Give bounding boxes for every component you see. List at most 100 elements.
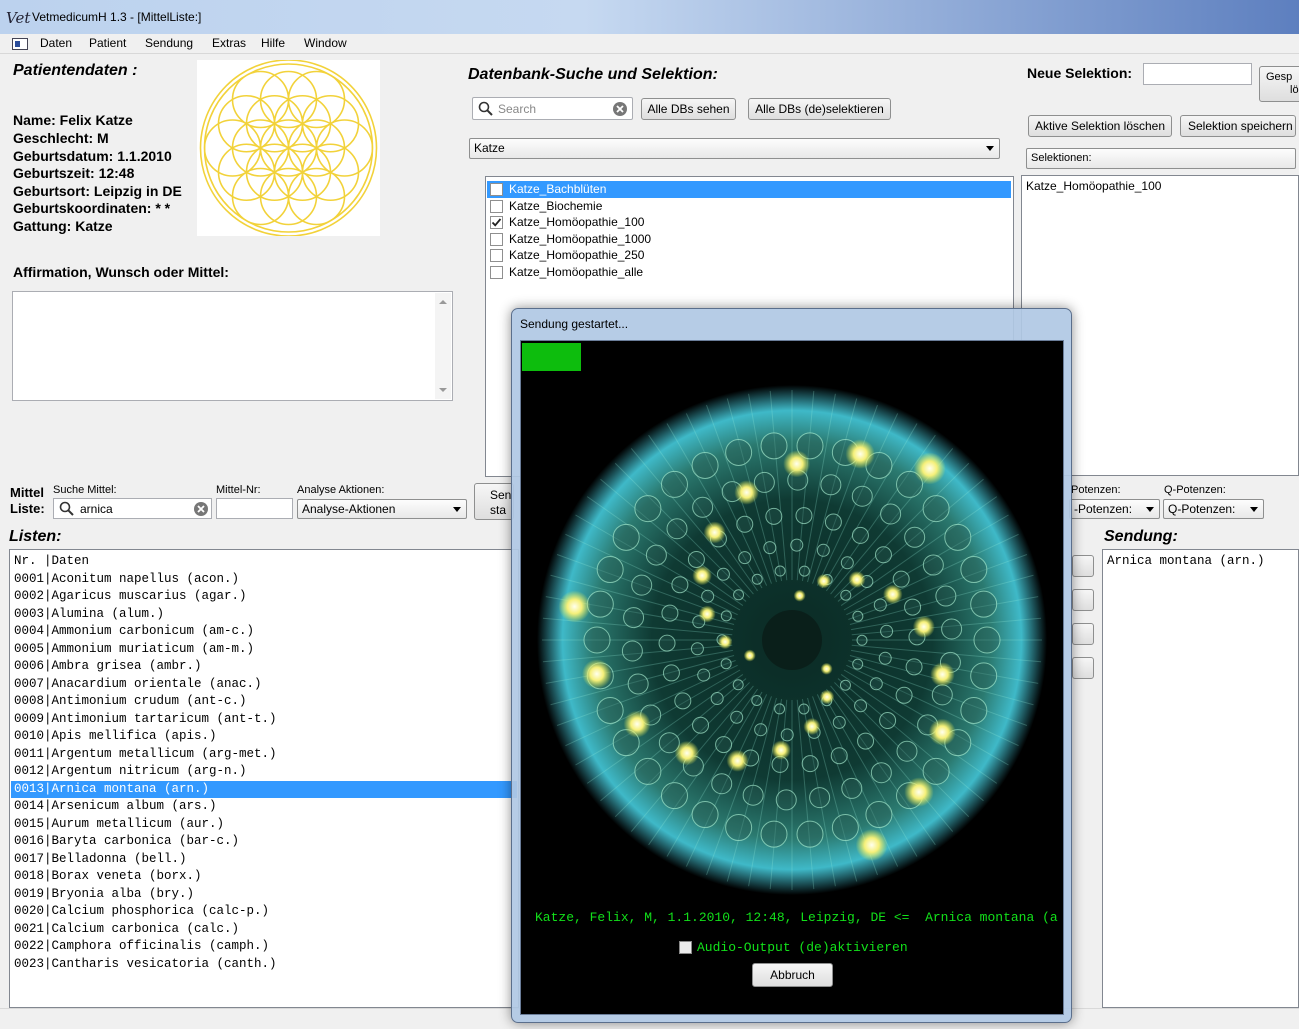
db-list-item[interactable]: Katze_Homöopathie_250 bbox=[487, 247, 1011, 264]
patient-heading: Patientendaten : bbox=[13, 62, 138, 79]
list-item[interactable]: 0017|Belladonna (bell.) bbox=[11, 851, 517, 868]
progress-bar bbox=[522, 343, 1062, 371]
list-item[interactable]: 0013|Arnica montana (arn.) bbox=[11, 780, 517, 798]
menu-window[interactable]: Window bbox=[304, 36, 347, 50]
analyse-combo[interactable]: Analyse-Aktionen bbox=[297, 499, 467, 519]
analyse-value: Analyse-Aktionen bbox=[302, 502, 396, 516]
affirmation-scrollbar[interactable] bbox=[435, 293, 451, 399]
selection-list-item[interactable]: Katze_Homöopathie_100 bbox=[1023, 178, 1297, 195]
c-potenzen-value: -Potenzen: bbox=[1074, 502, 1133, 516]
patient-birthplace: Geburtsort: Leipzig in DE bbox=[13, 183, 182, 199]
db-item-checkbox[interactable] bbox=[490, 183, 503, 196]
menu-sendung[interactable]: Sendung bbox=[145, 36, 193, 50]
list-item[interactable]: 0001|Aconitum napellus (acon.) bbox=[11, 571, 517, 588]
list-item[interactable]: 0016|Baryta carbonica (bar-c.) bbox=[11, 833, 517, 850]
menu-bar bbox=[0, 34, 1299, 54]
list-item[interactable]: 0015|Aurum metallicum (aur.) bbox=[11, 816, 517, 833]
all-dbs-button[interactable]: Alle DBs sehen bbox=[641, 98, 736, 120]
mittel-list[interactable]: Nr. |Daten 0001|Aconitum napellus (acon.)… bbox=[9, 549, 519, 1008]
db-list-item[interactable]: Katze_Homöopathie_1000 bbox=[487, 231, 1011, 248]
list-item[interactable]: 0014|Arsenicum album (ars.) bbox=[11, 798, 517, 815]
side-button-3[interactable] bbox=[1072, 623, 1094, 645]
db-item-checkbox[interactable] bbox=[490, 249, 503, 262]
new-selection-input[interactable] bbox=[1143, 63, 1252, 85]
clear-active-selection-button[interactable]: Aktive Selektion löschen bbox=[1028, 115, 1172, 137]
db-list-item[interactable]: Katze_Homöopathie_alle bbox=[487, 264, 1011, 281]
menu-hilfe[interactable]: Hilfe bbox=[261, 36, 285, 50]
c-potenzen-combo[interactable]: -Potenzen: bbox=[1069, 499, 1160, 519]
list-item[interactable]: 0009|Antimonium tartaricum (ant-t.) bbox=[11, 711, 517, 728]
chevron-down-icon bbox=[1146, 507, 1154, 512]
side-button-1[interactable] bbox=[1072, 555, 1094, 577]
db-item-checkbox[interactable] bbox=[490, 265, 503, 279]
q-potenzen-combo[interactable]: Q-Potenzen: bbox=[1163, 499, 1264, 519]
affirmation-textarea[interactable] bbox=[12, 291, 453, 401]
menu-extras[interactable]: Extras bbox=[212, 36, 246, 50]
list-item[interactable]: 0020|Calcium phosphorica (calc-p.) bbox=[11, 903, 517, 920]
list-item[interactable]: 0018|Borax veneta (borx.) bbox=[11, 868, 517, 885]
selections-combo[interactable]: Selektionen: bbox=[1026, 148, 1296, 169]
list-item[interactable]: 0022|Camphora officinalis (camph.) bbox=[11, 938, 517, 955]
list-item[interactable]: 0003|Alumina (alum.) bbox=[11, 606, 517, 623]
patient-sex: Geschlecht: M bbox=[13, 130, 109, 146]
db-item-checkbox[interactable] bbox=[490, 199, 503, 213]
list-item[interactable]: 0002|Agaricus muscarius (agar.) bbox=[11, 588, 517, 605]
list-header[interactable]: Nr. |Daten bbox=[11, 553, 517, 570]
mittel-nr-label: Mittel-Nr: bbox=[216, 484, 261, 496]
scroll-down-icon[interactable] bbox=[439, 388, 447, 392]
select-all-dbs-button[interactable]: Alle DBs (de)selektieren bbox=[748, 98, 891, 120]
chevron-down-icon bbox=[986, 146, 994, 151]
sendung-list-item[interactable]: Arnica montana (arn.) bbox=[1104, 553, 1297, 570]
clear-icon[interactable] bbox=[612, 101, 628, 117]
progress-fill bbox=[522, 343, 582, 371]
clear-icon[interactable] bbox=[193, 501, 209, 517]
c-potenzen-label: Potenzen: bbox=[1071, 484, 1121, 496]
new-selection-label: Neue Selektion: bbox=[1027, 65, 1133, 81]
list-item[interactable]: 0006|Ambra grisea (ambr.) bbox=[11, 658, 517, 675]
flower-of-life-image bbox=[197, 59, 380, 237]
list-item[interactable]: 0012|Argentum nitricum (arg-n.) bbox=[11, 763, 517, 780]
scroll-up-icon[interactable] bbox=[439, 300, 447, 304]
list-item[interactable]: 0010|Apis mellifica (apis.) bbox=[11, 728, 517, 745]
audio-label: Audio-Output (de)aktivieren bbox=[697, 940, 908, 955]
side-button-2[interactable] bbox=[1072, 589, 1094, 611]
db-item-checkbox[interactable] bbox=[490, 232, 503, 246]
list-item[interactable]: 0019|Bryonia alba (bry.) bbox=[11, 886, 517, 903]
list-item[interactable]: 0021|Calcium carbonica (calc.) bbox=[11, 921, 517, 938]
list-item[interactable]: 0004|Ammonium carbonicum (am-c.) bbox=[11, 623, 517, 640]
audio-checkbox[interactable] bbox=[679, 941, 692, 954]
cancel-button[interactable]: Abbruch bbox=[752, 963, 833, 987]
liste-label: Liste: bbox=[10, 501, 45, 516]
list-item[interactable]: 0005|Ammonium muriaticum (am-m.) bbox=[11, 641, 517, 658]
list-item[interactable]: 0011|Argentum metallicum (arg-met.) bbox=[11, 746, 517, 763]
db-list-item[interactable]: Katze_Homöopathie_100 bbox=[487, 214, 1011, 231]
db-category-combo[interactable]: Katze bbox=[469, 138, 1000, 159]
send-start-button[interactable]: Sen sta bbox=[474, 483, 514, 520]
app-logo: Vet bbox=[6, 9, 31, 27]
search-icon bbox=[478, 101, 493, 116]
menu-daten[interactable]: Daten bbox=[40, 36, 72, 50]
patient-coords: Geburtskoordinaten: * * bbox=[13, 200, 171, 216]
mittel-nr-input[interactable] bbox=[216, 498, 293, 519]
mittel-label: Mittel bbox=[10, 485, 44, 500]
list-item[interactable]: 0008|Antimonium crudum (ant-c.) bbox=[11, 693, 517, 710]
db-list-item[interactable]: Katze_Biochemie bbox=[487, 198, 1011, 215]
db-search-input[interactable]: Search bbox=[472, 97, 633, 120]
document-icon[interactable] bbox=[12, 38, 28, 50]
list-item[interactable]: 0023|Cantharis vesicatoria (canth.) bbox=[11, 956, 517, 973]
list-item[interactable]: 0007|Anacardium orientale (anac.) bbox=[11, 676, 517, 693]
db-list-item[interactable]: Katze_Bachblüten bbox=[487, 181, 1011, 198]
sendung-list[interactable]: Arnica montana (arn.) bbox=[1102, 549, 1299, 1008]
side-button-4[interactable] bbox=[1072, 657, 1094, 679]
db-category-value: Katze bbox=[474, 141, 505, 155]
db-item-checkbox[interactable] bbox=[490, 216, 503, 229]
q-potenzen-value: Q-Potenzen: bbox=[1168, 502, 1236, 516]
send-start-line2: sta bbox=[490, 503, 507, 517]
save-selection-button[interactable]: Selektion speichern bbox=[1180, 115, 1296, 137]
sendung-heading: Sendung: bbox=[1104, 528, 1178, 545]
saved-selections-button[interactable]: Gesp lö bbox=[1259, 66, 1299, 102]
menu-patient[interactable]: Patient bbox=[89, 36, 126, 50]
mittel-search-input[interactable]: arnica bbox=[53, 498, 212, 519]
sending-info-text: Katze, Felix, M, 1.1.2010, 12:48, Leipzi… bbox=[535, 910, 1058, 925]
visualization-canvas bbox=[528, 376, 1057, 903]
